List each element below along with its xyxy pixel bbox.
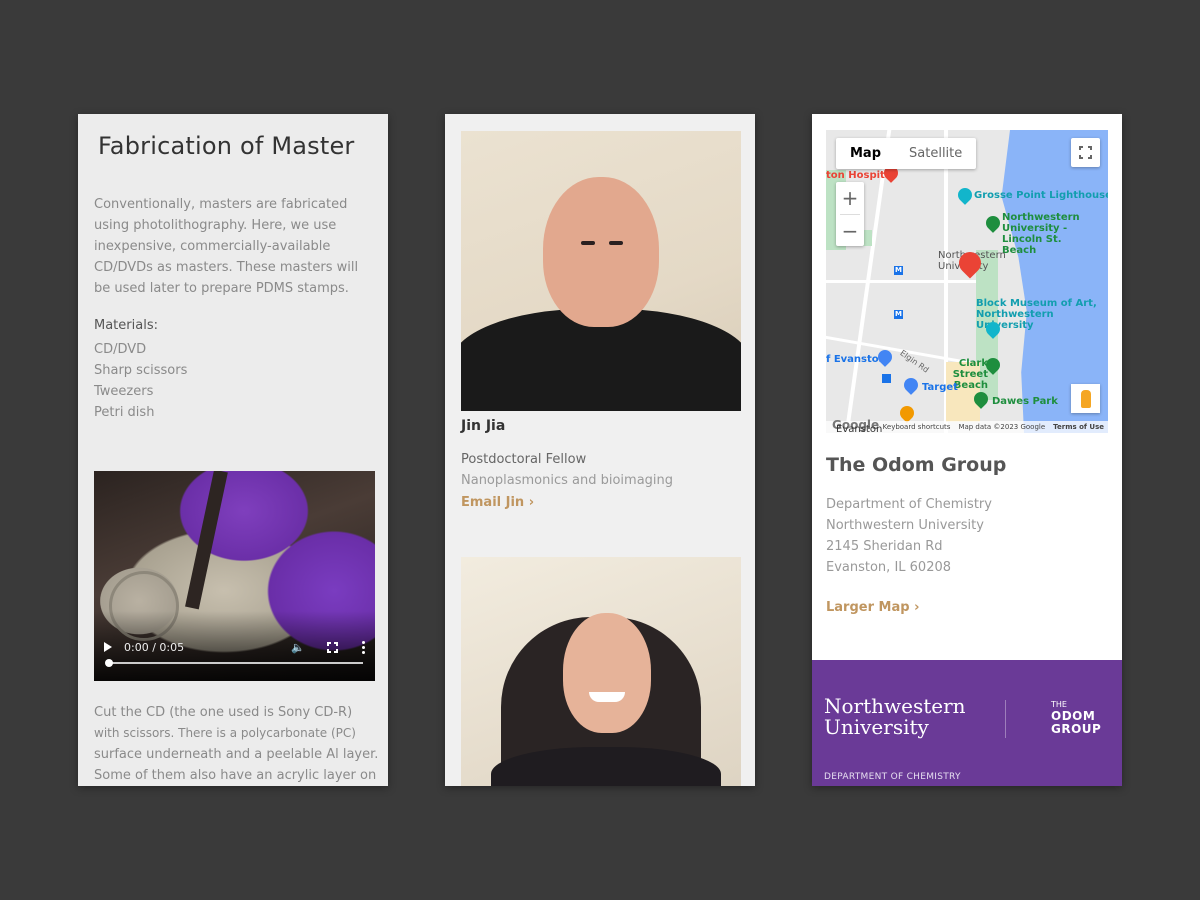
video-controls: 0:00 / 0:05 🔈	[94, 635, 375, 659]
odom-group-logo[interactable]: THE ODOM GROUP	[1051, 700, 1101, 736]
address-line: 2145 Sheridan Rd	[826, 539, 943, 554]
play-icon[interactable]	[104, 642, 112, 652]
material-item: Tweezers	[94, 384, 154, 399]
page-title: Fabrication of Master	[98, 132, 355, 160]
street-view-pegman[interactable]	[1071, 384, 1100, 413]
person-role: Postdoctoral Fellow	[461, 452, 587, 467]
cut-text-line: Some of them also have an acrylic layer …	[94, 768, 377, 783]
map-type-satellite-button[interactable]: Satellite	[895, 138, 976, 169]
map-road	[826, 280, 986, 283]
person-name: Jin Jia	[461, 418, 506, 434]
poi-label[interactable]: Northwestern University - Lincoln St. Be…	[1002, 212, 1082, 256]
contact-panel: M M ton Hospital Grosse Point Lighthouse…	[812, 114, 1122, 786]
volume-icon[interactable]: 🔈	[291, 641, 305, 654]
video-time: 0:00 / 0:05	[124, 640, 185, 654]
map-data-text: Map data ©2023 Google	[958, 423, 1046, 431]
photo-smile	[589, 692, 625, 702]
material-item: CD/DVD	[94, 342, 147, 357]
scissors-shape	[185, 471, 228, 610]
city-label: Evanston	[836, 424, 883, 433]
cut-text-line: surface underneath and a peelable Al lay…	[94, 747, 379, 762]
video-player[interactable]: 0:00 / 0:05 🔈	[94, 471, 375, 681]
logo-divider	[1005, 700, 1006, 738]
map-type-control: Map Satellite	[836, 138, 977, 169]
fullscreen-icon	[1079, 146, 1092, 159]
address-line: Evanston, IL 60208	[826, 560, 952, 575]
poi-label[interactable]: Target	[922, 382, 958, 393]
google-map[interactable]: M M ton Hospital Grosse Point Lighthouse…	[826, 130, 1108, 433]
map-zoom-control: + −	[836, 182, 864, 246]
address-line: Department of Chemistry	[826, 497, 992, 512]
map-fullscreen-button[interactable]	[1071, 138, 1100, 167]
photo-head	[563, 613, 651, 733]
video-progress-knob[interactable]	[105, 659, 113, 667]
terms-link[interactable]: Terms of Use	[1053, 423, 1104, 431]
fabrication-panel: Fabrication of Master Conventionally, ma…	[78, 114, 388, 786]
department-label: DEPARTMENT OF CHEMISTRY	[824, 772, 961, 782]
logo-text: GROUP	[1051, 722, 1102, 736]
poi-label[interactable]: Dawes Park	[992, 396, 1058, 407]
more-options-icon[interactable]	[362, 640, 365, 654]
profile-photo	[461, 131, 741, 411]
poi-label[interactable]: Grosse Point Lighthouse	[974, 190, 1108, 201]
email-link[interactable]: Email Jin ›	[461, 495, 534, 510]
site-footer: Northwestern University THE ODOM GROUP D…	[812, 660, 1122, 786]
people-panel: Jin Jia Postdoctoral Fellow Nanoplasmoni…	[445, 114, 755, 786]
larger-map-link[interactable]: Larger Map ›	[826, 600, 919, 615]
org-title: The Odom Group	[826, 454, 1007, 476]
cut-instructions: Cut the CD (the one used is Sony CD-R) w…	[94, 702, 379, 786]
photo-eye	[609, 241, 623, 245]
metro-icon[interactable]: M	[894, 266, 903, 275]
material-item: Sharp scissors	[94, 363, 188, 378]
map-type-map-button[interactable]: Map	[836, 138, 895, 169]
keyboard-shortcuts-link[interactable]: Keyboard shortcuts	[883, 423, 951, 431]
poi-label[interactable]: ton Hospital	[826, 170, 895, 181]
metro-icon[interactable]: M	[894, 310, 903, 319]
materials-heading: Materials:	[94, 318, 158, 333]
video-progress-slider[interactable]	[105, 659, 363, 667]
shopping-icon[interactable]	[901, 375, 921, 395]
person-field: Nanoplasmonics and bioimaging	[461, 473, 674, 488]
camera-icon[interactable]	[955, 185, 975, 205]
photo-head	[543, 177, 659, 327]
fullscreen-icon[interactable]	[327, 641, 338, 653]
restaurant-icon[interactable]	[897, 403, 917, 423]
cut-text-line: Cut the CD (the one used is Sony CD-R)	[94, 705, 353, 720]
bus-icon[interactable]	[882, 374, 891, 383]
profile-photo	[461, 557, 741, 786]
intro-paragraph: Conventionally, masters are fabricated u…	[94, 197, 359, 296]
northwestern-logo[interactable]: Northwestern University	[824, 696, 966, 738]
materials-list: CD/DVD Sharp scissors Tweezers Petri dis…	[94, 339, 187, 423]
cut-text-line: with scissors. There is a polycarbonate …	[94, 726, 356, 740]
material-item: Petri dish	[94, 405, 155, 420]
address-block: Department of Chemistry Northwestern Uni…	[826, 494, 992, 578]
zoom-in-button[interactable]: +	[836, 182, 864, 214]
photo-eye	[581, 241, 595, 245]
address-line: Northwestern University	[826, 518, 984, 533]
logo-text: University	[824, 715, 929, 739]
pegman-icon	[1080, 389, 1091, 408]
zoom-out-button[interactable]: −	[836, 215, 864, 247]
beach-icon[interactable]	[983, 213, 1003, 233]
logo-text: Northwestern	[824, 694, 966, 718]
